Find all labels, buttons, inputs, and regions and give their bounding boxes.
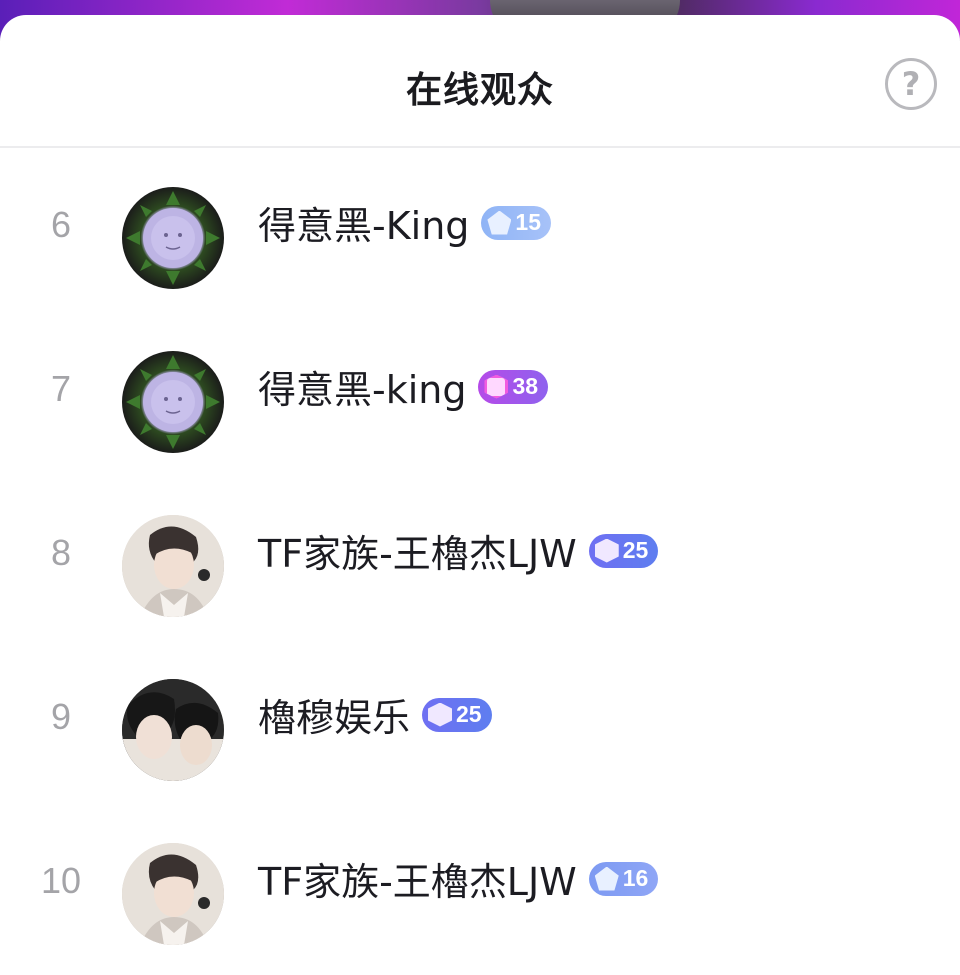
viewer-name-text: TF家族-王櫓杰LJW xyxy=(258,860,577,904)
level-badge: 25 xyxy=(422,697,492,732)
level-badge: 38 xyxy=(478,369,549,404)
online-viewers-panel: 在线观众 ? 6 得意黑-King 15 7 得意黑-king 38 8 TF家… xyxy=(0,15,960,975)
help-icon[interactable]: ? xyxy=(885,58,937,110)
viewer-name: 櫓穆娱乐 25 xyxy=(258,687,492,742)
level-value: 25 xyxy=(456,701,482,727)
level-badge: 25 xyxy=(588,533,659,568)
viewer-name: 得意黑-King 15 xyxy=(258,195,551,250)
gem-icon xyxy=(484,374,509,399)
level-value: 38 xyxy=(512,373,539,399)
level-value: 16 xyxy=(622,865,649,891)
level-badge: 16 xyxy=(588,861,659,896)
viewer-row[interactable]: 7 得意黑-king 38 xyxy=(0,326,960,466)
viewer-row[interactable]: 8 TF家族-王櫓杰LJW 25 xyxy=(0,490,960,630)
viewer-name-text: 得意黑-King xyxy=(258,204,470,248)
viewer-rank: 6 xyxy=(50,204,72,245)
duo-photo xyxy=(122,679,224,781)
photo-avatar[interactable] xyxy=(122,679,224,781)
level-value: 15 xyxy=(515,209,541,235)
photo-avatar[interactable] xyxy=(122,843,224,945)
viewer-row[interactable]: 9 櫓穆娱乐 25 xyxy=(0,654,960,794)
buddha-avatar[interactable] xyxy=(122,351,224,453)
panel-header: 在线观众 ? xyxy=(0,15,960,148)
page-title: 在线观众 xyxy=(405,70,554,111)
leaf-pattern xyxy=(126,355,220,449)
viewer-name: TF家族-王櫓杰LJW 16 xyxy=(258,851,659,906)
person-photo xyxy=(122,843,224,945)
viewer-rank: 10 xyxy=(40,860,82,901)
viewer-rank: 8 xyxy=(50,532,72,573)
viewer-name-text: 櫓穆娱乐 xyxy=(258,696,411,740)
viewer-rank: 7 xyxy=(50,368,72,409)
person-photo xyxy=(122,515,224,617)
photo-avatar[interactable] xyxy=(122,515,224,617)
viewer-rank: 9 xyxy=(50,696,72,737)
buddha-avatar[interactable] xyxy=(122,187,224,289)
gem-icon xyxy=(428,702,453,727)
leaf-pattern xyxy=(126,191,220,285)
viewer-name-text: TF家族-王櫓杰LJW xyxy=(258,532,577,576)
gem-icon xyxy=(594,866,619,891)
gem-icon xyxy=(594,538,619,563)
viewer-name-text: 得意黑-king xyxy=(258,368,467,412)
level-value: 25 xyxy=(622,537,649,563)
viewer-row[interactable]: 10 TF家族-王櫓杰LJW 16 xyxy=(0,818,960,958)
viewer-name: 得意黑-king 38 xyxy=(258,359,549,414)
viewer-name: TF家族-王櫓杰LJW 25 xyxy=(258,523,659,578)
level-badge: 15 xyxy=(481,205,551,240)
viewer-row[interactable]: 6 得意黑-King 15 xyxy=(0,162,960,302)
gem-icon xyxy=(487,210,512,235)
